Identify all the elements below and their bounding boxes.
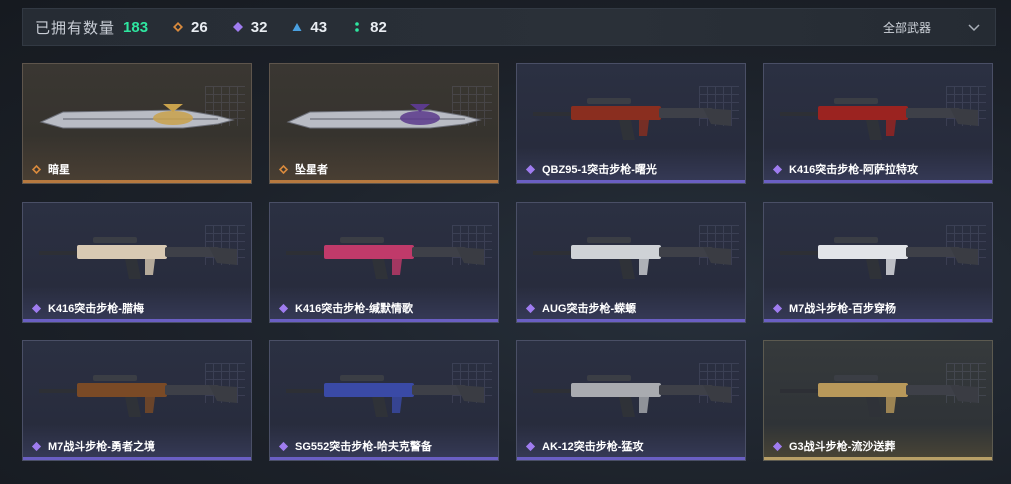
weapon-label: G3战斗步枪-流沙送葬 bbox=[772, 438, 895, 454]
orange-diamond-icon bbox=[278, 164, 289, 175]
weapon-label: AK-12突击步枪-猛攻 bbox=[525, 438, 643, 454]
rarity-bar bbox=[23, 457, 251, 460]
weapon-label: AUG突击步枪-蝾螈 bbox=[525, 300, 636, 316]
purple-diamond-icon bbox=[525, 441, 536, 452]
weapon-label: K416突击步枪-缄默情歌 bbox=[278, 300, 413, 316]
purple-diamond-icon bbox=[31, 441, 42, 452]
stat-purple: 32 bbox=[232, 18, 268, 36]
stat-green-value: 82 bbox=[370, 18, 387, 36]
weapon-label: QBZ95-1突击步枪-曙光 bbox=[525, 161, 657, 177]
purple-diamond-icon bbox=[525, 303, 536, 314]
weapon-name: SG552突击步枪-哈夫克警备 bbox=[295, 441, 432, 453]
weapon-name: 坠星者 bbox=[295, 164, 328, 176]
purple-diamond-icon bbox=[772, 441, 783, 452]
stat-purple-value: 32 bbox=[250, 18, 268, 36]
rarity-bar bbox=[23, 319, 251, 322]
weapon-card[interactable]: SG552突击步枪-哈夫克警备 bbox=[269, 340, 499, 461]
weapon-filter-label: 全部武器 bbox=[882, 20, 931, 35]
weapon-card[interactable]: M7战斗步枪-勇者之境 bbox=[22, 340, 252, 461]
weapon-name: AK-12突击步枪-猛攻 bbox=[542, 441, 644, 453]
stat-blue: 43 bbox=[291, 19, 327, 36]
inventory-summary-bar: 已拥有数量 183 26 32 43 82 全部武器 bbox=[22, 8, 996, 46]
blue-triangle-icon bbox=[291, 21, 303, 33]
rarity-bar bbox=[517, 319, 745, 322]
weapon-name: K416突击步枪-腊梅 bbox=[48, 303, 144, 315]
weapon-name: QBZ95-1突击步枪-曙光 bbox=[542, 164, 657, 176]
weapon-name: M7战斗步枪-勇者之境 bbox=[48, 441, 155, 453]
weapon-name: AUG突击步枪-蝾螈 bbox=[542, 303, 637, 315]
weapon-card[interactable]: AUG突击步枪-蝾螈 bbox=[516, 202, 746, 323]
purple-diamond-icon bbox=[772, 164, 783, 175]
rarity-bar bbox=[270, 319, 498, 322]
weapon-label: M7战斗步枪-勇者之境 bbox=[31, 438, 155, 454]
chevron-down-icon bbox=[967, 20, 981, 34]
stat-blue-value: 43 bbox=[310, 18, 328, 36]
purple-diamond-icon bbox=[278, 441, 289, 452]
purple-diamond-icon bbox=[772, 303, 783, 314]
rarity-bar bbox=[270, 180, 498, 183]
armory-screen: 已拥有数量 183 26 32 43 82 全部武器 暗星 坠星者 QBZ95-… bbox=[0, 0, 1011, 484]
purple-diamond-icon bbox=[278, 303, 289, 314]
purple-diamond-icon bbox=[31, 303, 42, 314]
weapon-card[interactable]: K416突击步枪-腊梅 bbox=[22, 202, 252, 323]
stat-orange: 26 bbox=[172, 19, 208, 36]
weapon-card[interactable]: M7战斗步枪-百步穿杨 bbox=[763, 202, 993, 323]
weapon-card[interactable]: K416突击步枪-阿萨拉特攻 bbox=[763, 63, 993, 184]
weapon-name: K416突击步枪-缄默情歌 bbox=[295, 303, 413, 315]
weapon-name: M7战斗步枪-百步穿杨 bbox=[789, 303, 896, 315]
weapon-label: 暗星 bbox=[31, 161, 70, 177]
weapon-name: 暗星 bbox=[48, 164, 70, 176]
green-dots-icon bbox=[351, 21, 363, 33]
orange-diamond-icon bbox=[172, 21, 184, 33]
stat-orange-value: 26 bbox=[191, 18, 208, 36]
rarity-bar bbox=[764, 319, 992, 322]
purple-diamond-icon bbox=[525, 164, 536, 175]
weapon-card[interactable]: 坠星者 bbox=[269, 63, 499, 184]
weapon-label: SG552突击步枪-哈夫克警备 bbox=[278, 438, 432, 454]
stat-green: 82 bbox=[351, 19, 387, 36]
rarity-bar bbox=[764, 180, 992, 183]
weapon-label: K416突击步枪-腊梅 bbox=[31, 300, 144, 316]
orange-diamond-icon bbox=[31, 164, 42, 175]
weapon-name: G3战斗步枪-流沙送葬 bbox=[789, 441, 896, 453]
weapon-card[interactable]: AK-12突击步枪-猛攻 bbox=[516, 340, 746, 461]
weapon-label: 坠星者 bbox=[278, 161, 328, 177]
owned-label: 已拥有数量 bbox=[35, 19, 116, 37]
rarity-bar bbox=[764, 457, 992, 460]
weapon-name: K416突击步枪-阿萨拉特攻 bbox=[789, 164, 918, 176]
rarity-bar bbox=[23, 180, 251, 183]
owned-count: 183 bbox=[123, 18, 149, 36]
rarity-bar bbox=[517, 457, 745, 460]
rarity-bar bbox=[517, 180, 745, 183]
weapon-card[interactable]: QBZ95-1突击步枪-曙光 bbox=[516, 63, 746, 184]
rarity-bar bbox=[270, 457, 498, 460]
weapon-card[interactable]: K416突击步枪-缄默情歌 bbox=[269, 202, 499, 323]
weapon-label: M7战斗步枪-百步穿杨 bbox=[772, 300, 896, 316]
purple-diamond-icon bbox=[232, 21, 244, 33]
weapon-card[interactable]: G3战斗步枪-流沙送葬 bbox=[763, 340, 993, 461]
weapon-card[interactable]: 暗星 bbox=[22, 63, 252, 184]
weapon-filter-dropdown[interactable]: 全部武器 bbox=[883, 9, 981, 45]
weapon-label: K416突击步枪-阿萨拉特攻 bbox=[772, 161, 918, 177]
